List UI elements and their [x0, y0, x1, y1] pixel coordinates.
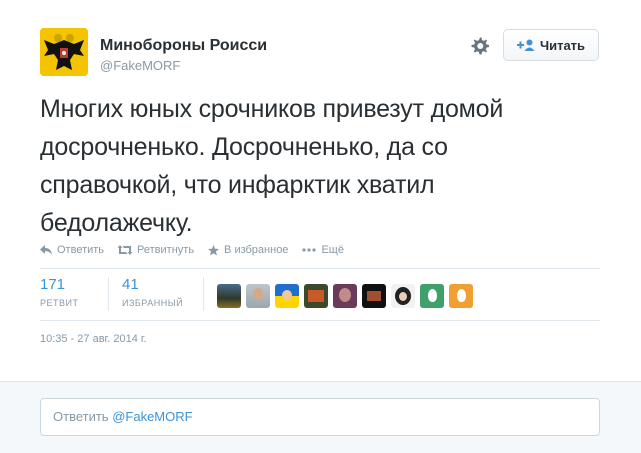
tweet-text-line: справочкой, что инфарктик хватил: [40, 171, 435, 199]
add-user-icon: [516, 39, 535, 51]
follow-button[interactable]: Читать: [503, 29, 599, 61]
tweet-timestamp[interactable]: 10:35 - 27 авг. 2014 г.: [40, 333, 147, 345]
tweet-text-line: Многих юных срочников привезут домой: [40, 95, 504, 123]
favoriters-avatars: [217, 284, 473, 308]
author-avatar[interactable]: [40, 28, 88, 76]
retweet-icon: [118, 245, 133, 255]
favoriter-avatar[interactable]: [333, 284, 357, 308]
reply-action[interactable]: Ответить: [40, 242, 104, 258]
more-action-label: Ещё: [321, 244, 344, 256]
star-icon: [208, 244, 220, 255]
follow-button-label: Читать: [539, 37, 586, 53]
favoriter-avatar[interactable]: [246, 284, 270, 308]
favoriter-avatar[interactable]: [391, 284, 415, 308]
stat-divider: [203, 277, 204, 311]
stat-divider: [108, 277, 109, 311]
favoriter-default-egg-avatar[interactable]: [449, 284, 473, 308]
favorite-stat[interactable]: 41 ИЗБРАННЫЙ: [122, 276, 183, 308]
settings-gear-button[interactable]: [470, 36, 490, 56]
tweet-actions: Ответить Ретвитнуть В избранное Ещё: [40, 242, 344, 258]
tweet-text-line: досрочненько. Досрочненько, да со: [40, 133, 448, 161]
reply-placeholder-prefix: Ответить: [53, 409, 109, 424]
tweet-text-line: бедолажечку.: [40, 209, 193, 237]
divider: [40, 320, 600, 321]
favoriter-avatar[interactable]: [304, 284, 328, 308]
favoriter-avatar[interactable]: [362, 284, 386, 308]
retweet-count: 171: [40, 276, 66, 293]
favoriter-avatar[interactable]: [217, 284, 241, 308]
author-handle[interactable]: @FakeMORF: [100, 58, 180, 73]
tweet-card: Минобороны Роисси @FakeMORF Читать Многи…: [0, 0, 641, 453]
favorite-count-label: ИЗБРАННЫЙ: [122, 298, 184, 308]
reply-icon: [40, 245, 52, 255]
favorite-action-label: В избранное: [224, 244, 289, 256]
author-name[interactable]: Минобороны Роисси: [100, 37, 267, 55]
reply-mention: @FakeMORF: [112, 409, 193, 424]
reply-action-label: Ответить: [57, 244, 105, 256]
divider: [40, 268, 600, 269]
double-headed-eagle-icon: [40, 28, 88, 76]
retweet-stat[interactable]: 171 РЕТВИТ: [40, 276, 78, 308]
retweet-action-label: Ретвитнуть: [137, 244, 195, 256]
more-dots-icon: [302, 248, 317, 252]
reply-input[interactable]: Ответить @FakeMORF: [40, 398, 600, 436]
tweet-text: Многих юных срочников привезут домой дос…: [40, 90, 600, 242]
favorite-count: 41: [122, 276, 139, 293]
retweet-count-label: РЕТВИТ: [40, 298, 79, 308]
favorite-action[interactable]: В избранное: [208, 242, 288, 258]
gear-icon: [471, 37, 489, 55]
retweet-action[interactable]: Ретвитнуть: [118, 242, 194, 258]
more-action[interactable]: Ещё: [302, 242, 344, 258]
reply-section: Ответить @FakeMORF: [0, 381, 641, 453]
favoriter-default-egg-avatar[interactable]: [420, 284, 444, 308]
favoriter-avatar[interactable]: [275, 284, 299, 308]
